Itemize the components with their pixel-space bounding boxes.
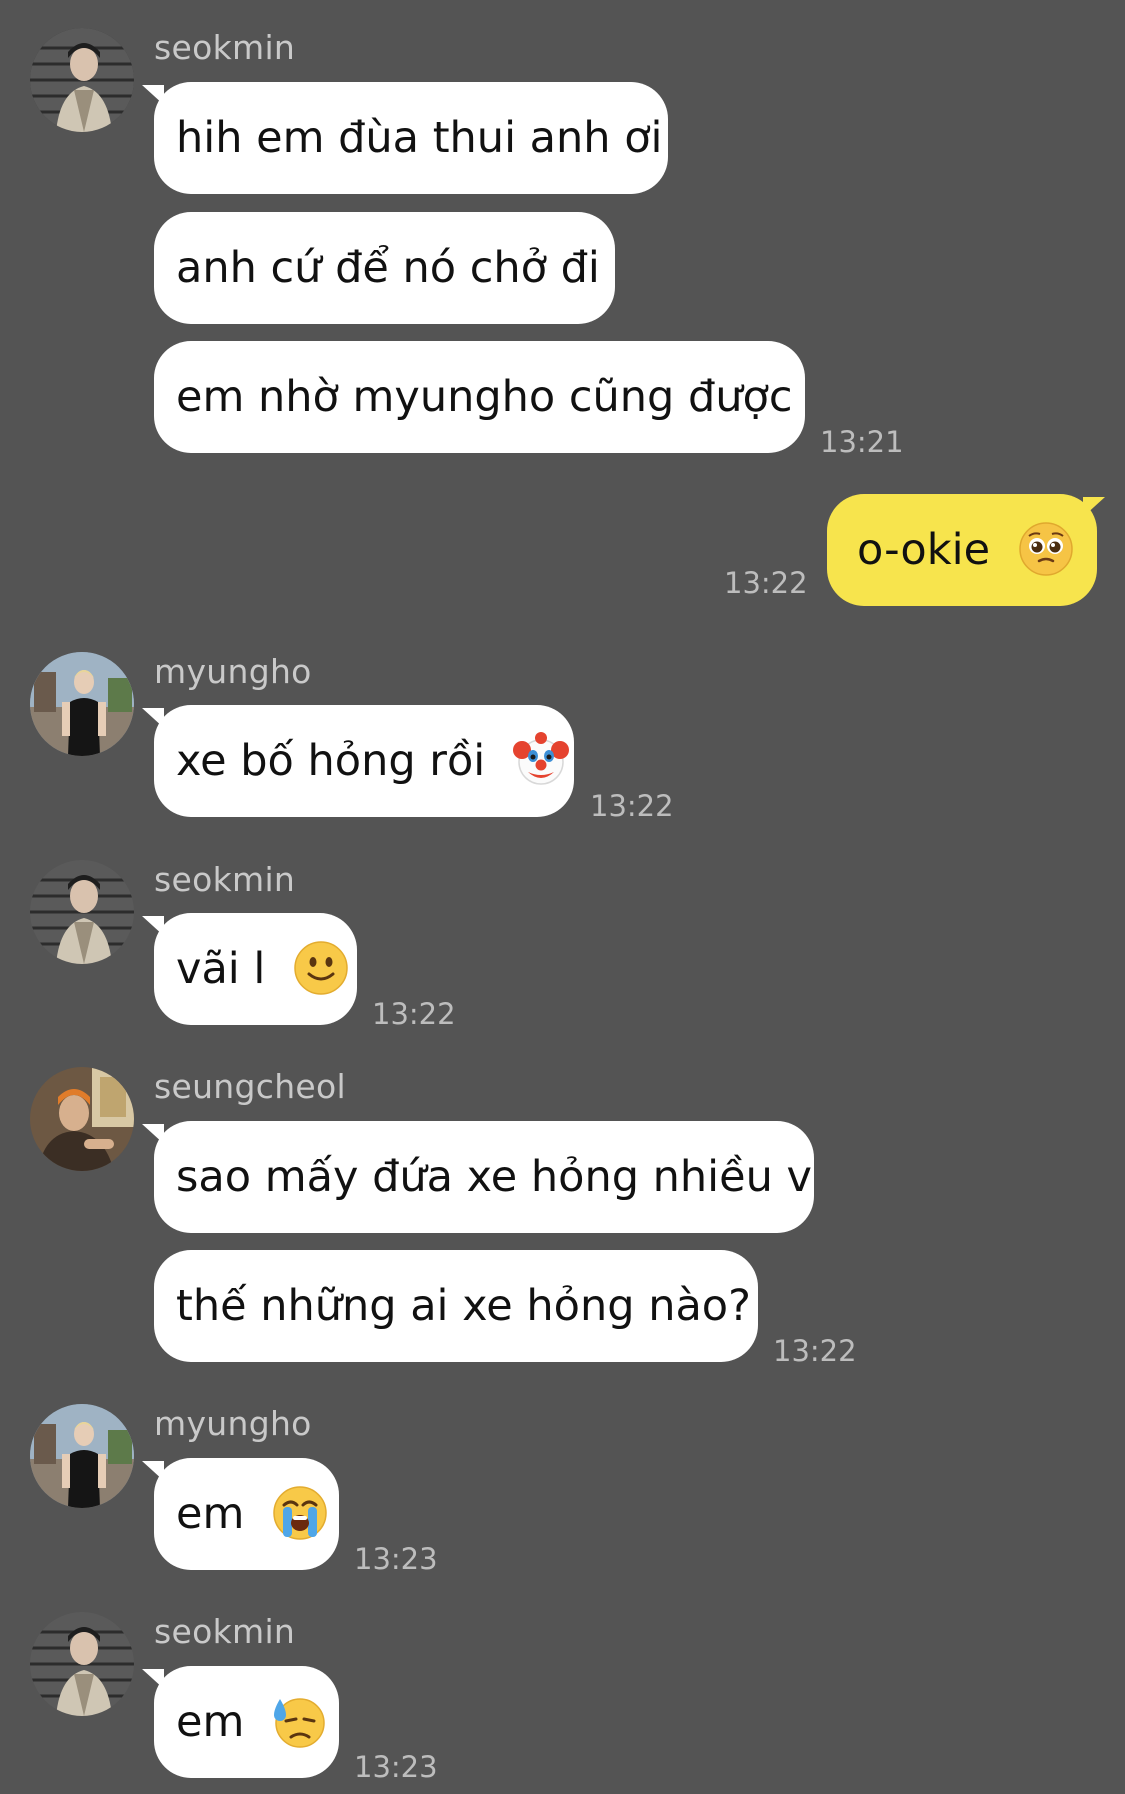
message-bubble[interactable]: em [154, 1666, 339, 1778]
sender-name: seokmin [154, 860, 296, 899]
sender-name: seokmin [154, 28, 296, 67]
sender-name: seokmin [154, 1612, 296, 1651]
message-bubble[interactable]: anh cứ để nó chở đi [154, 212, 615, 324]
timestamp: 13:22 [372, 997, 456, 1031]
avatar-seokmin-image [30, 28, 134, 132]
avatar-seungcheol-image [30, 1067, 134, 1171]
avatar-seokmin[interactable] [30, 1612, 134, 1716]
message-bubble[interactable]: thế những ai xe hỏng nào? [154, 1250, 758, 1362]
loudly-crying-face-icon [272, 1485, 328, 1541]
avatar-seokmin[interactable] [30, 860, 134, 964]
avatar-myungho[interactable] [30, 1404, 134, 1508]
message-text: em [176, 1697, 245, 1747]
chat-thread: seokmin hih em đùa thui anh ơi anh cứ để… [0, 0, 1125, 1794]
sender-name: myungho [154, 1404, 312, 1443]
avatar-myungho[interactable] [30, 652, 134, 756]
message-text: anh cứ để nó chở đi [176, 243, 600, 293]
message-bubble[interactable]: em [154, 1458, 339, 1570]
message-bubble[interactable]: vãi l [154, 913, 357, 1025]
avatar-seokmin-image [30, 1612, 134, 1716]
message-text: em nhờ myungho cũng được [176, 372, 793, 422]
message-text: thế những ai xe hỏng nào? [176, 1281, 751, 1331]
message-text: xe bố hỏng rồi [176, 736, 486, 786]
avatar-seungcheol[interactable] [30, 1067, 134, 1171]
timestamp: 13:22 [590, 789, 674, 823]
timestamp: 13:21 [820, 425, 904, 459]
slightly-smiling-face-icon [293, 940, 349, 996]
clown-face-icon [512, 731, 569, 788]
message-text: sao mấy đứa xe hỏng nhiều v [176, 1152, 812, 1202]
message-bubble[interactable]: sao mấy đứa xe hỏng nhiều v [154, 1121, 814, 1233]
timestamp: 13:23 [354, 1750, 438, 1784]
downcast-face-sweat-icon [272, 1693, 328, 1749]
message-bubble[interactable]: hih em đùa thui anh ơi [154, 82, 668, 194]
message-bubble[interactable]: xe bố hỏng rồi [154, 705, 574, 817]
message-text: em [176, 1489, 245, 1539]
avatar-seokmin-image [30, 860, 134, 964]
my-message-bubble[interactable]: o-okie [827, 494, 1097, 606]
avatar-seokmin[interactable] [30, 28, 134, 132]
timestamp: 13:22 [724, 566, 808, 600]
message-text: o-okie [857, 525, 991, 575]
message-bubble[interactable]: em nhờ myungho cũng được [154, 341, 805, 453]
sender-name: myungho [154, 652, 312, 691]
timestamp: 13:22 [773, 1334, 857, 1368]
sender-name: seungcheol [154, 1067, 346, 1106]
message-text: vãi l [176, 944, 266, 994]
pleading-face-icon [1018, 521, 1074, 577]
avatar-myungho-image [30, 1404, 134, 1508]
avatar-myungho-image [30, 652, 134, 756]
timestamp: 13:23 [354, 1542, 438, 1576]
message-text: hih em đùa thui anh ơi [176, 113, 663, 163]
